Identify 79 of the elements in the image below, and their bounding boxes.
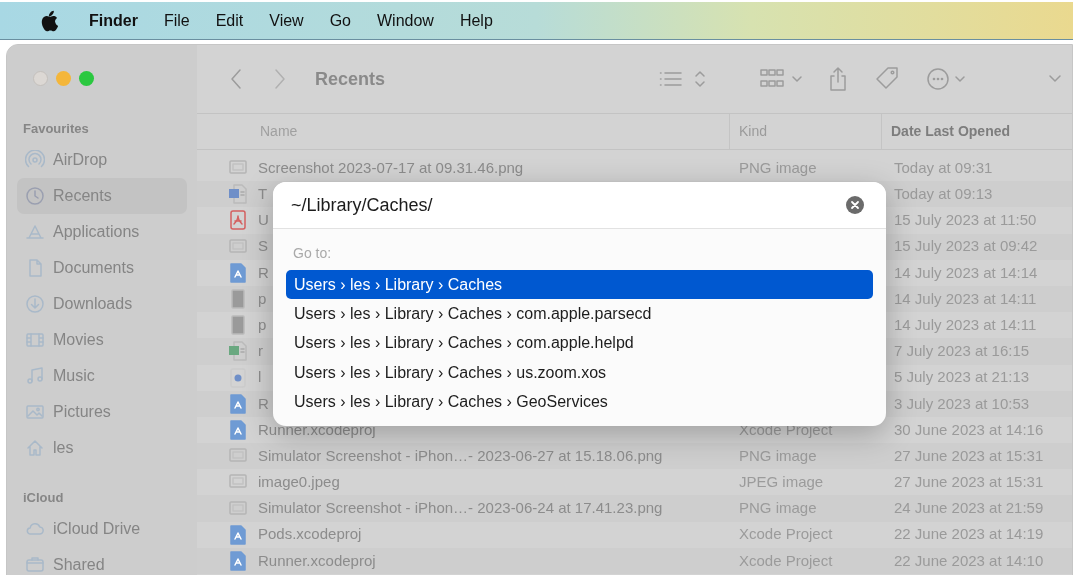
file-name: R — [258, 393, 269, 414]
dialog-heading: Go to: — [292, 244, 333, 263]
menu-item[interactable]: View — [256, 8, 317, 33]
path-suggestion[interactable]: Users › les › Library › Caches — [286, 270, 873, 300]
file-name: Screenshot 2023-07-17 at 09.31.46.png — [258, 157, 524, 178]
file-name: U — [258, 210, 269, 231]
pdf-file-icon — [228, 209, 248, 232]
circle-file-icon — [228, 366, 248, 389]
sidebar-item[interactable]: Documents — [17, 250, 187, 287]
tag-icon[interactable] — [874, 66, 900, 92]
file-name: Runner.xcodeproj — [258, 419, 376, 440]
file-name: T — [258, 184, 268, 205]
menu-item[interactable]: Go — [316, 8, 364, 33]
back-icon[interactable] — [229, 68, 243, 90]
apple-logo-icon — [40, 9, 58, 32]
sidebar-item[interactable]: les — [17, 429, 187, 466]
path-field[interactable]: ~/Library/Caches/ — [273, 182, 886, 228]
menu-item[interactable]: Edit — [202, 8, 257, 33]
sidebar-item[interactable]: iCloud Drive — [17, 511, 187, 548]
film-icon — [25, 330, 45, 350]
sidebar-item[interactable]: Downloads — [17, 286, 187, 323]
minimize-button[interactable] — [56, 70, 71, 86]
path-suggestion[interactable]: Users › les › Library › Caches › com.apple.parsecd — [286, 299, 873, 329]
date-opened: 27 June 2023 at 15:31 — [894, 473, 1044, 491]
sidebar-heading: iCloud — [22, 488, 65, 507]
music-note-icon — [25, 365, 45, 386]
menu-item[interactable]: Window — [364, 8, 447, 33]
date-opened: Today at 09:31 — [894, 158, 993, 176]
folder-icon — [25, 555, 45, 575]
list-view-icon[interactable] — [659, 69, 707, 89]
date-opened: 15 July 2023 at 11:50 — [894, 211, 1037, 229]
sidebar-item[interactable]: AirDrop — [17, 142, 187, 179]
sidebar-item[interactable]: Shared — [17, 547, 187, 575]
house-icon — [25, 437, 45, 458]
date-opened: 22 June 2023 at 14:19 — [894, 525, 1044, 543]
sidebar-item[interactable]: Music — [17, 357, 187, 394]
file-name: Runner.xcodeproj — [258, 550, 376, 571]
file-name: p — [258, 288, 267, 309]
file-name: S — [258, 236, 268, 257]
sidebar-item[interactable]: Pictures — [17, 393, 187, 430]
sidebar-heading: Favourites — [22, 120, 90, 138]
column-header[interactable]: Date Last Opened — [881, 114, 1072, 149]
file-name: R — [258, 262, 269, 283]
more-icon[interactable] — [926, 66, 968, 92]
file-kind: PNG image — [739, 158, 817, 176]
file-name: r — [258, 341, 263, 362]
file-name: p — [258, 314, 267, 335]
date-opened: 30 June 2023 at 14:16 — [894, 420, 1044, 438]
date-opened: 14 July 2023 at 14:14 — [894, 263, 1038, 281]
download-icon — [25, 294, 45, 315]
file-name: Simulator Screenshot - iPhon…- 2023-06-27 at 15.18.06.png — [258, 445, 663, 466]
chevron-down-icon[interactable] — [1048, 74, 1062, 84]
clear-icon[interactable] — [846, 196, 864, 214]
menu-item[interactable]: Help — [446, 8, 506, 33]
file-name: l — [258, 367, 262, 388]
sidebar-item[interactable]: Movies — [17, 322, 187, 358]
window-title: Recents — [315, 67, 386, 91]
app-menu[interactable]: Finder — [76, 8, 151, 33]
spreadsheet-file-icon — [228, 340, 248, 363]
clock-icon — [25, 186, 45, 207]
forward-icon[interactable] — [273, 68, 287, 90]
file-name: Simulator Screenshot - iPhon…- 2023-06-24 at 17.41.23.png — [258, 498, 663, 519]
file-kind: JPEG image — [739, 473, 824, 491]
sidebar-item[interactable]: Applications — [17, 214, 187, 251]
document-file-icon — [228, 314, 248, 337]
sidebar-item[interactable]: Recents — [17, 178, 187, 215]
path-suggestion[interactable]: Users › les › Library › Caches › us.zoom.xos — [286, 357, 873, 388]
file-name: Pods.xcodeproj — [258, 524, 362, 545]
word-file-icon — [228, 183, 248, 206]
column-header[interactable]: Kind — [729, 114, 881, 149]
file-name: image0.jpeg — [258, 472, 340, 493]
file-kind: Xcode Project — [739, 525, 833, 543]
path-suggestion[interactable]: Users › les › Library › Caches › GeoServices — [286, 387, 873, 417]
date-opened: 14 July 2023 at 14:11 — [894, 315, 1037, 333]
menu-item[interactable]: File — [150, 8, 203, 33]
document-file-icon — [228, 288, 248, 311]
share-icon[interactable] — [828, 66, 848, 92]
zoom-button[interactable] — [79, 70, 94, 86]
path-suggestion[interactable]: Users › les › Library › Caches › com.apple.helpd — [286, 328, 873, 358]
